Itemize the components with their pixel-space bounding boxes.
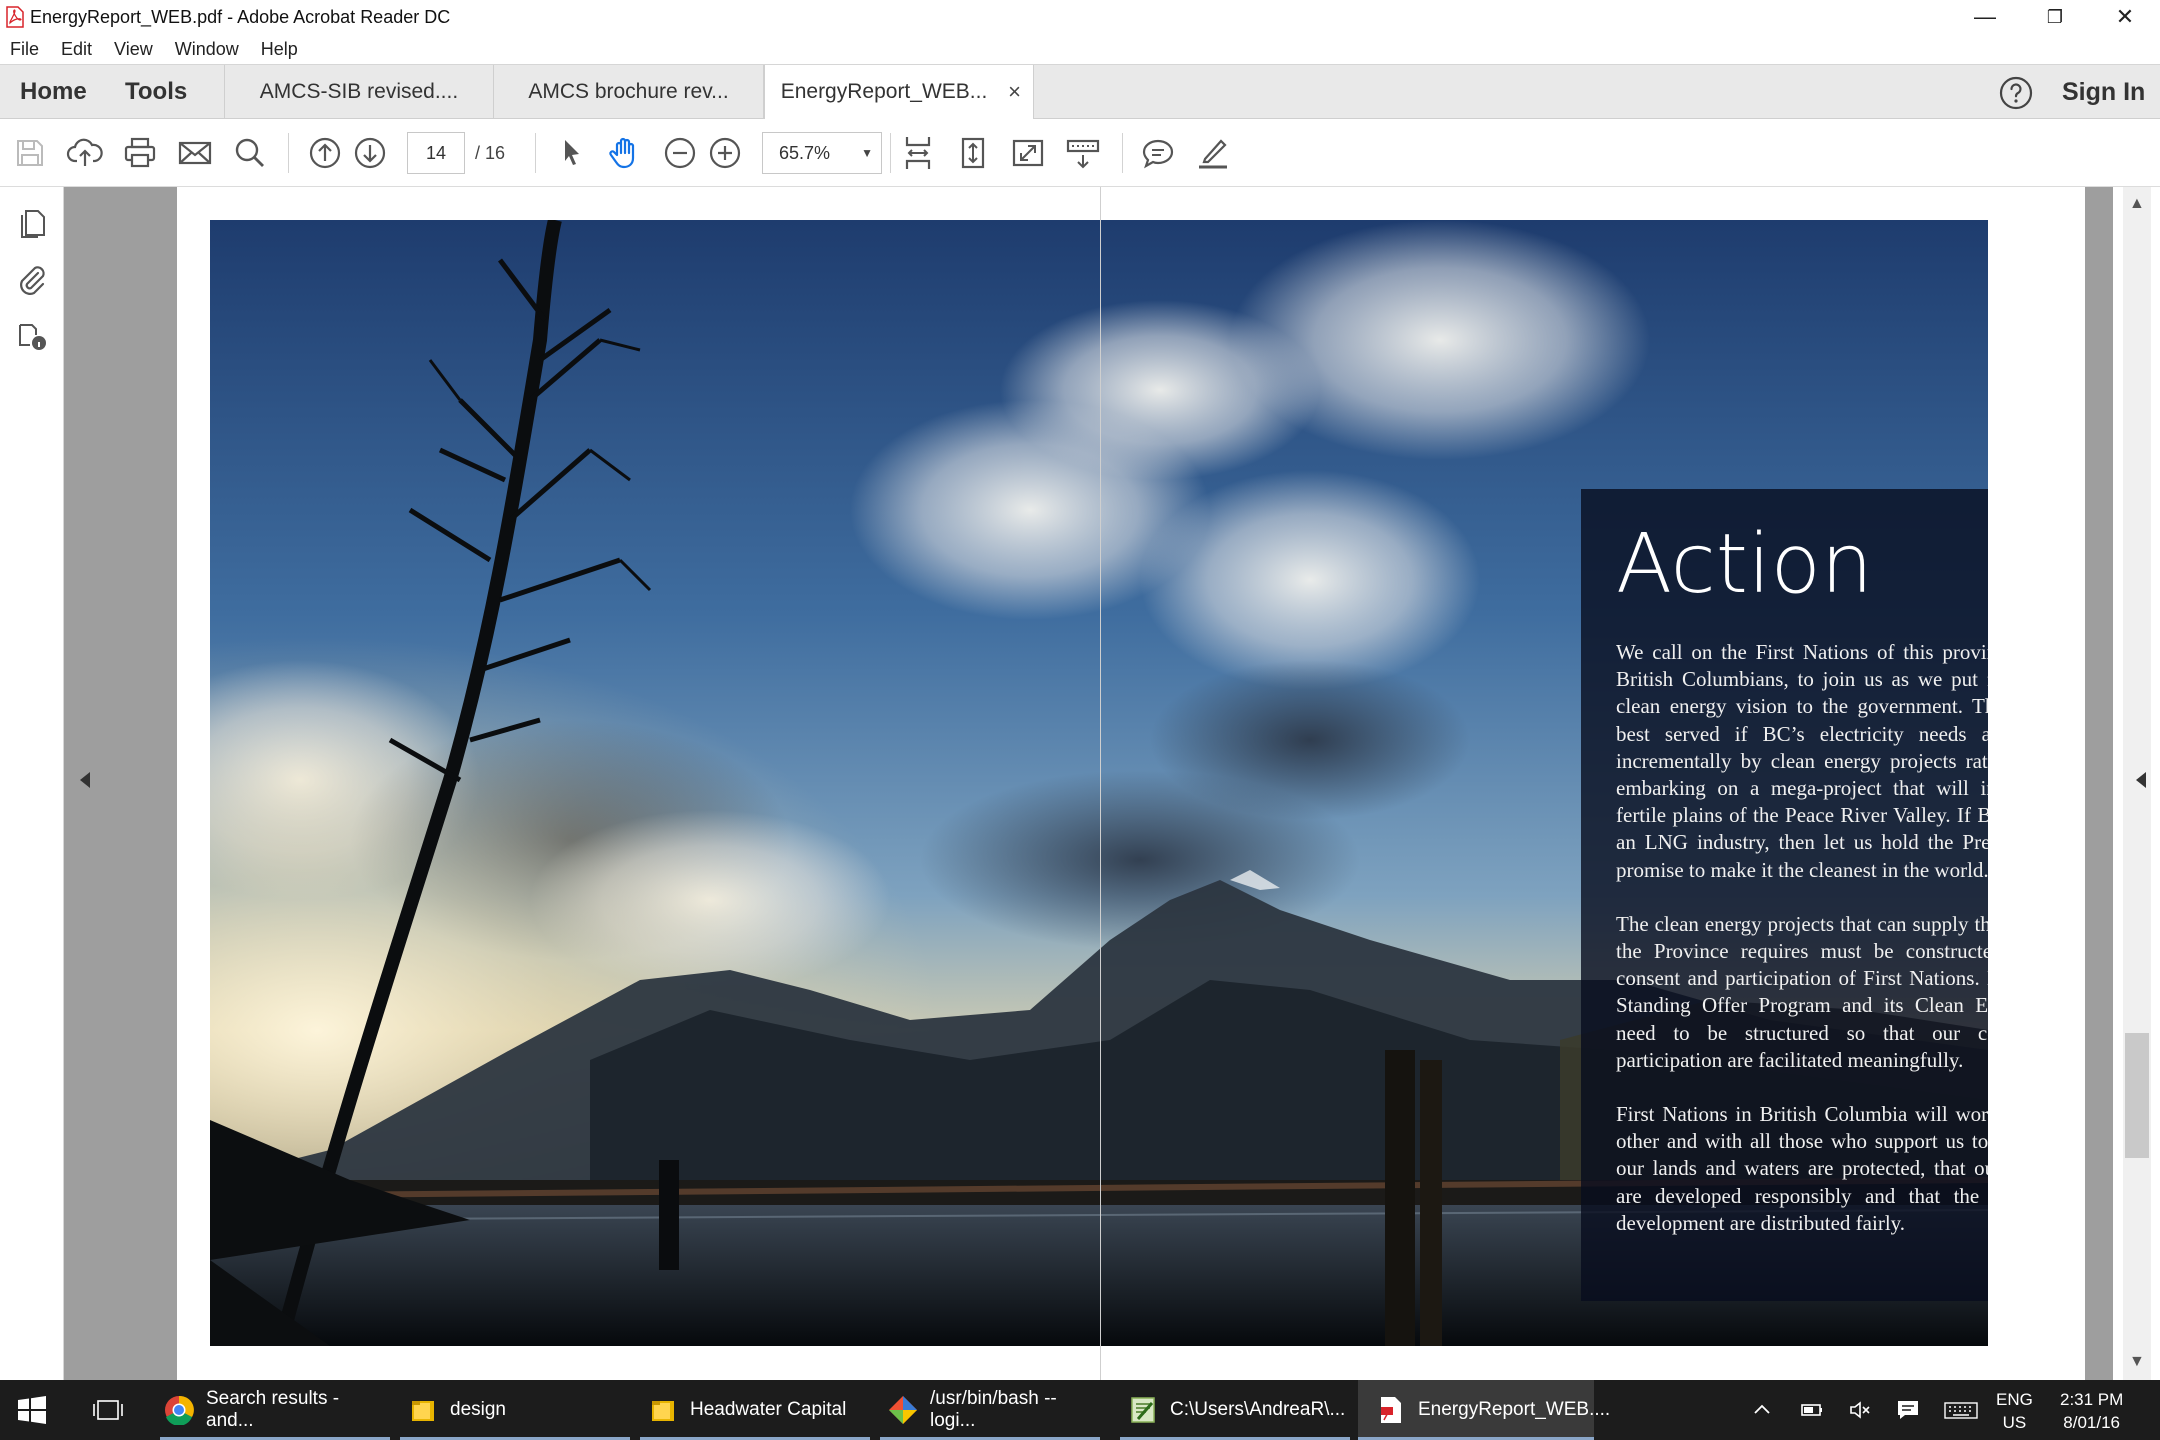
comment-icon[interactable] bbox=[1138, 133, 1178, 173]
acrobat-icon bbox=[6, 6, 24, 28]
tab-document-active[interactable]: EnergyReport_WEB... × bbox=[764, 65, 1034, 120]
taskbar-item-folder[interactable]: design bbox=[400, 1380, 630, 1440]
chevron-down-icon: ▼ bbox=[861, 146, 873, 160]
zoom-out-icon[interactable] bbox=[660, 133, 700, 173]
tab-document[interactable]: AMCS-SIB revised.... bbox=[224, 65, 494, 119]
menu-edit[interactable]: Edit bbox=[51, 39, 104, 60]
landscape-photo: Action We call on the First Nations of t… bbox=[210, 220, 1988, 1346]
menu-view[interactable]: View bbox=[104, 39, 165, 60]
save-icon[interactable] bbox=[10, 133, 50, 173]
taskbar-item-label: C:\Users\AndreaR\... bbox=[1170, 1399, 1346, 1420]
scroll-down-icon[interactable]: ▼ bbox=[2129, 1353, 2145, 1371]
scroll-up-icon[interactable]: ▲ bbox=[2129, 195, 2145, 213]
tab-tools[interactable]: Tools bbox=[125, 65, 187, 119]
menu-window[interactable]: Window bbox=[165, 39, 251, 60]
taskbar-item-label: EnergyReport_WEB.... bbox=[1418, 1399, 1611, 1420]
previous-page-icon[interactable] bbox=[305, 133, 345, 173]
system-clock[interactable]: 2:31 PM 8/01/16 bbox=[2060, 1388, 2123, 1434]
zoom-in-icon[interactable] bbox=[705, 133, 745, 173]
input-language[interactable]: ENG US bbox=[1996, 1388, 2033, 1434]
menu-file[interactable]: File bbox=[0, 39, 51, 60]
close-window-button[interactable]: ✕ bbox=[2090, 0, 2160, 34]
taskbar-item-chrome[interactable]: Search results - and... bbox=[160, 1380, 390, 1440]
page-thumbnails-icon[interactable] bbox=[14, 205, 50, 241]
volume-muted-icon[interactable] bbox=[1848, 1398, 1872, 1422]
taskbar-item-folder[interactable]: Headwater Capital bbox=[640, 1380, 870, 1440]
folder-icon bbox=[652, 1401, 674, 1421]
acrobat-icon bbox=[1381, 1397, 1401, 1423]
collapse-left-pane-icon[interactable] bbox=[80, 772, 90, 788]
search-icon[interactable] bbox=[230, 133, 270, 173]
action-center-icon[interactable] bbox=[1896, 1398, 1920, 1422]
taskbar-item-label: design bbox=[450, 1399, 506, 1420]
page-number-input[interactable]: 14 bbox=[407, 132, 465, 174]
attachment-icon[interactable] bbox=[14, 261, 50, 297]
taskbar-item-label: /usr/bin/bash --logi... bbox=[930, 1388, 1057, 1431]
page-divider bbox=[1100, 187, 1101, 1380]
menu-bar: File Edit View Window Help bbox=[0, 34, 310, 64]
hand-tool-icon[interactable] bbox=[605, 133, 645, 173]
pdf-page-spread: Action We call on the First Nations of t… bbox=[177, 187, 2085, 1380]
taskbar-item-bash[interactable]: /usr/bin/bash --logi... bbox=[880, 1380, 1100, 1440]
keyboard-icon[interactable] bbox=[1944, 1398, 1978, 1422]
scrollbar-thumb[interactable] bbox=[2125, 1033, 2149, 1159]
select-cursor-icon[interactable] bbox=[552, 133, 592, 173]
fit-width-scroll-icon[interactable] bbox=[898, 133, 938, 173]
zoom-level-select[interactable]: 65.7% ▼ bbox=[762, 132, 882, 174]
language-code: ENG bbox=[1996, 1390, 2033, 1409]
upload-cloud-icon[interactable] bbox=[65, 133, 105, 173]
navigation-pane bbox=[0, 187, 64, 1380]
chevron-up-icon[interactable] bbox=[1750, 1398, 1774, 1422]
taskbar: Search results - and... design Headwater… bbox=[0, 1380, 2160, 1440]
taskbar-item-notepad[interactable]: C:\Users\AndreaR\... bbox=[1120, 1380, 1350, 1440]
document-viewport[interactable]: Action We call on the First Nations of t… bbox=[64, 187, 2113, 1380]
page-total: / 16 bbox=[475, 143, 506, 163]
document-properties-icon[interactable] bbox=[14, 317, 50, 353]
section-body: We call on the First Nations of this pro… bbox=[1616, 639, 1988, 1264]
highlight-pen-icon[interactable] bbox=[1193, 133, 1233, 173]
body-paragraph: We call on the First Nations of this pro… bbox=[1616, 640, 1988, 882]
full-screen-icon[interactable] bbox=[1008, 133, 1048, 173]
section-heading: Action bbox=[1616, 517, 1873, 612]
chrome-icon bbox=[165, 1395, 194, 1425]
task-view-icon[interactable] bbox=[92, 1398, 124, 1422]
expand-right-pane-icon[interactable] bbox=[2136, 772, 2146, 788]
tab-bar: Home Tools AMCS-SIB revised.... AMCS bro… bbox=[0, 64, 2160, 120]
battery-icon[interactable] bbox=[1800, 1398, 1824, 1422]
title-bar: EnergyReport_WEB.pdf - Adobe Acrobat Rea… bbox=[0, 0, 2160, 34]
taskbar-item-label: Search results - and... bbox=[206, 1388, 340, 1431]
notepad-icon bbox=[1131, 1397, 1155, 1423]
tab-document-label: EnergyReport_WEB... bbox=[780, 80, 988, 103]
menu-help[interactable]: Help bbox=[251, 39, 310, 60]
region-code: US bbox=[2002, 1413, 2027, 1432]
tab-home[interactable]: Home bbox=[20, 65, 87, 119]
toolbar: 14 / 16 65.7% ▼ bbox=[0, 119, 2160, 187]
print-icon[interactable] bbox=[120, 133, 160, 173]
taskbar-item-acrobat[interactable]: EnergyReport_WEB.... bbox=[1358, 1380, 1610, 1440]
tab-document[interactable]: AMCS brochure rev... bbox=[494, 65, 764, 119]
taskbar-item-label: Headwater Capital bbox=[690, 1399, 847, 1420]
minimize-button[interactable]: — bbox=[1950, 0, 2020, 34]
clock-date: 8/01/16 bbox=[2063, 1413, 2121, 1432]
body-paragraph: The clean energy projects that can suppl… bbox=[1616, 911, 1988, 1072]
window-title: EnergyReport_WEB.pdf - Adobe Acrobat Rea… bbox=[30, 6, 451, 27]
zoom-level-value: 65.7% bbox=[779, 143, 831, 163]
action-text-panel: Action We call on the First Nations of t… bbox=[1581, 489, 1988, 1301]
windows-start-icon[interactable] bbox=[18, 1396, 46, 1424]
restore-button[interactable]: ❐ bbox=[2020, 0, 2090, 34]
fit-page-icon[interactable] bbox=[953, 133, 993, 173]
sign-in-button[interactable]: Sign In bbox=[2062, 65, 2145, 119]
next-page-icon[interactable] bbox=[350, 133, 390, 173]
body-paragraph: First Nations in British Columbia will w… bbox=[1616, 1102, 1988, 1235]
help-icon[interactable] bbox=[1998, 75, 2034, 111]
folder-icon bbox=[412, 1401, 434, 1421]
clock-time: 2:31 PM bbox=[2060, 1390, 2124, 1409]
git-bash-icon bbox=[889, 1396, 917, 1424]
email-icon[interactable] bbox=[175, 133, 215, 173]
read-mode-icon[interactable] bbox=[1063, 133, 1103, 173]
close-tab-icon[interactable]: × bbox=[1008, 65, 1021, 119]
